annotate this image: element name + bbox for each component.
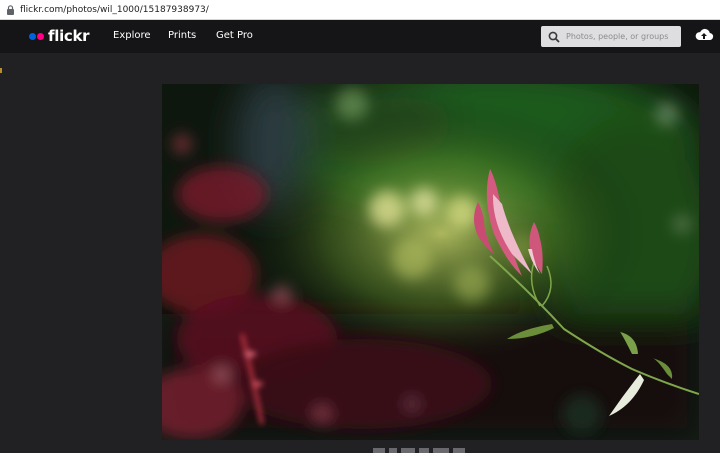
thumbnail-item[interactable]	[419, 448, 429, 453]
logo-pink-dot	[37, 32, 44, 40]
thumbnail-item[interactable]	[389, 448, 397, 453]
thumbnail-item[interactable]	[401, 448, 415, 453]
left-edge-marker	[0, 68, 2, 73]
nav-prints[interactable]: Prints	[168, 30, 196, 41]
logo-blue-dot	[29, 32, 36, 40]
thumbnail-item[interactable]	[453, 448, 465, 453]
logo-text: flickr	[48, 27, 90, 45]
search-input[interactable]: Photos, people, or groups	[541, 26, 681, 47]
url-text[interactable]: flickr.com/photos/wil_1000/15187938973/	[20, 5, 209, 15]
nav-explore[interactable]: Explore	[113, 30, 151, 41]
search-placeholder: Photos, people, or groups	[566, 32, 669, 41]
thumbnail-item[interactable]	[373, 448, 385, 453]
browser-address-bar[interactable]: flickr.com/photos/wil_1000/15187938973/	[0, 0, 720, 20]
thumbnail-item[interactable]	[433, 448, 449, 453]
main-photo[interactable]	[162, 84, 699, 440]
search-icon[interactable]	[548, 31, 560, 43]
lock-icon[interactable]	[3, 3, 17, 17]
flickr-logo[interactable]: flickr	[29, 27, 90, 45]
photo-image	[162, 84, 699, 440]
cloud-upload-icon[interactable]	[694, 27, 714, 43]
thumbnail-strip	[373, 448, 465, 453]
nav-get-pro[interactable]: Get Pro	[216, 30, 253, 41]
